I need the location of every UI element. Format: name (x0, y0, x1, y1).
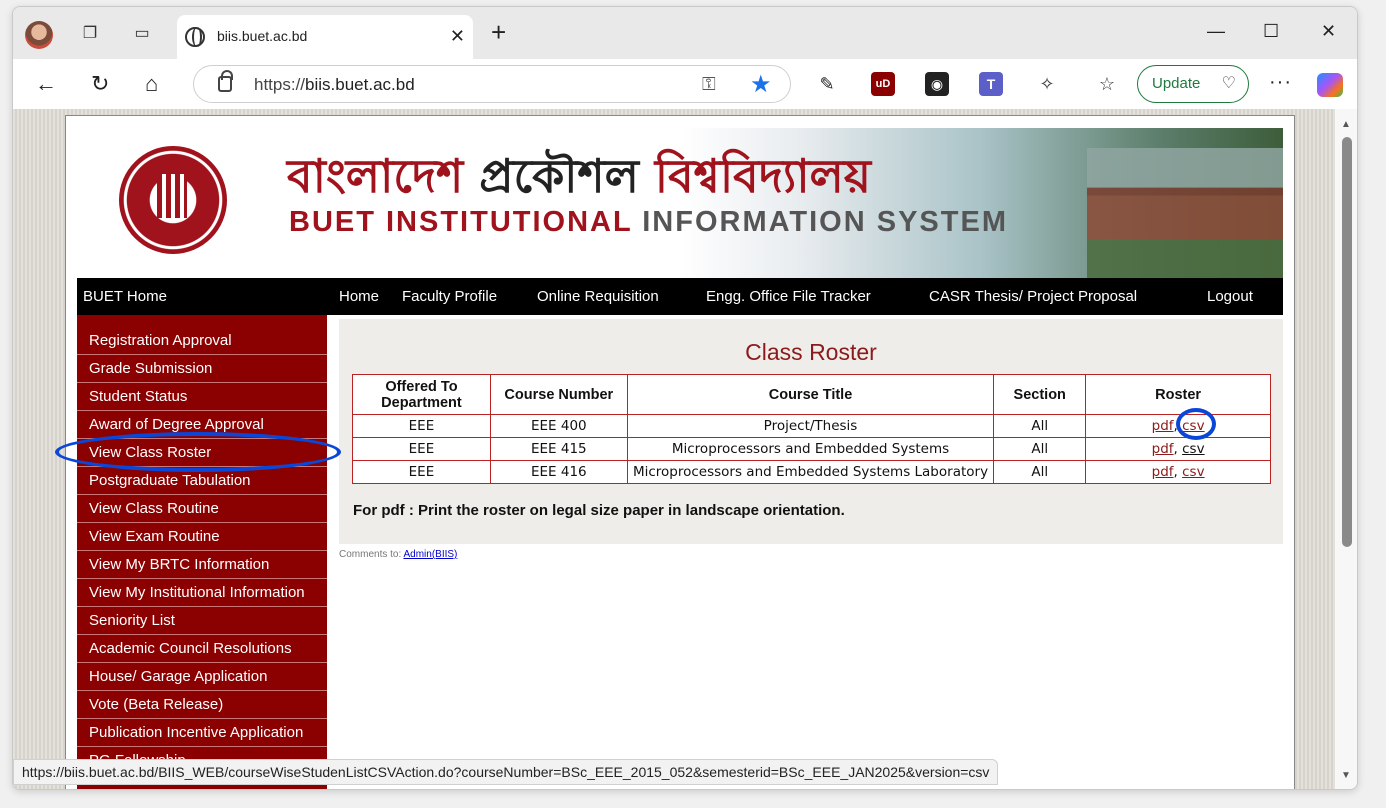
nav-casr-thesis[interactable]: CASR Thesis/ Project Proposal (929, 288, 1137, 305)
scroll-up-icon[interactable]: ▲ (1341, 119, 1351, 130)
cell-roster-links: pdf, csv (1085, 460, 1271, 484)
cell-course-title: Microprocessors and Embedded Systems (626, 437, 995, 461)
cell-department: EEE (352, 414, 491, 438)
site-banner: বাংলাদেশ প্রকৌশল বিশ্ববিদ্যালয় BUET INS… (77, 128, 1283, 278)
pdf-link[interactable]: pdf (1152, 441, 1174, 457)
admin-link[interactable]: Admin(BIIS) (403, 549, 457, 560)
favorites-icon[interactable]: ☆ (1095, 72, 1119, 96)
active-tab[interactable]: biis.buet.ac.bd ✕ (177, 15, 473, 59)
banner-english-title: BUET INSTITUTIONAL INFORMATION SYSTEM (289, 206, 1008, 238)
nav-buet-home[interactable]: BUET Home (83, 288, 167, 305)
status-bar-url: https://biis.buet.ac.bd/BIIS_WEB/courseW… (13, 759, 999, 785)
cell-department: EEE (352, 437, 491, 461)
sidebar-menu: Registration Approval Grade Submission S… (77, 315, 327, 789)
minimize-icon[interactable]: — (1207, 21, 1225, 42)
nav-faculty-profile[interactable]: Faculty Profile (402, 288, 497, 305)
cell-roster-links: pdf, csv (1085, 437, 1271, 461)
url-text[interactable]: https://biis.buet.ac.bd (254, 75, 415, 95)
ublock-icon[interactable]: uD (871, 72, 895, 96)
collections-icon[interactable]: ❐ (79, 23, 101, 45)
roster-table: Offered To Department Course Number Cour… (352, 374, 1271, 484)
cell-course-number: EEE 415 (489, 437, 628, 461)
copilot-icon[interactable] (1317, 73, 1343, 97)
toolbar: ← ↻ ⌂ https://biis.buet.ac.bd ⚿ ★ ✎ uD ◉… (13, 59, 1357, 109)
sidebar-item-house-garage[interactable]: House/ Garage Application (77, 663, 327, 691)
scroll-thumb[interactable] (1342, 137, 1352, 547)
class-roster-panel: Class Roster Offered To Department Cours… (339, 319, 1283, 544)
cell-section: All (993, 414, 1087, 438)
teams-icon[interactable]: T (979, 72, 1003, 96)
top-navigation: BUET Home Home Faculty Profile Online Re… (77, 278, 1283, 315)
maximize-icon[interactable]: ☐ (1263, 21, 1279, 42)
sidebar-item-seniority-list[interactable]: Seniority List (77, 607, 327, 635)
cell-section: All (993, 437, 1087, 461)
highlight-ellipse-sidebar (55, 432, 341, 472)
health-icon: ♡ (1221, 75, 1236, 92)
vertical-tabs-icon[interactable]: ▭ (131, 23, 153, 45)
sidebar-item-brtc-information[interactable]: View My BRTC Information (77, 551, 327, 579)
sidebar-item-view-class-routine[interactable]: View Class Routine (77, 495, 327, 523)
profile-avatar[interactable] (25, 21, 53, 49)
header-course-title: Course Title (626, 374, 995, 415)
cell-course-number: EEE 416 (489, 460, 628, 484)
globe-icon (185, 27, 205, 47)
scroll-down-icon[interactable]: ▼ (1341, 770, 1351, 781)
update-button[interactable]: Update ♡ (1137, 65, 1249, 103)
sidebar-item-publication-incentive[interactable]: Publication Incentive Application (77, 719, 327, 747)
header-offered-to-department: Offered To Department (352, 374, 491, 415)
sidebar-item-view-exam-routine[interactable]: View Exam Routine (77, 523, 327, 551)
new-tab-icon[interactable]: + (491, 19, 506, 45)
campus-building-image (1087, 148, 1283, 278)
pdf-link[interactable]: pdf (1152, 418, 1174, 434)
sidebar-item-student-status[interactable]: Student Status (77, 383, 327, 411)
sidebar-item-grade-submission[interactable]: Grade Submission (77, 355, 327, 383)
browser-window: ❐ ▭ biis.buet.ac.bd ✕ + — ☐ ✕ ← ↻ ⌂ http… (12, 6, 1358, 790)
highlight-ellipse-csv (1176, 408, 1216, 440)
table-row: EEE EEE 415 Microprocessors and Embedded… (352, 437, 1271, 461)
cell-department: EEE (352, 460, 491, 484)
back-icon[interactable]: ← (35, 71, 57, 97)
sidebar-item-academic-council[interactable]: Academic Council Resolutions (77, 635, 327, 663)
cell-course-title: Microprocessors and Embedded Systems Lab… (626, 460, 995, 484)
header-course-number: Course Number (489, 374, 628, 415)
table-row: EEE EEE 400 Project/Thesis All pdf, csv (352, 414, 1271, 438)
sidebar-item-vote[interactable]: Vote (Beta Release) (77, 691, 327, 719)
sidebar-item-registration-approval[interactable]: Registration Approval (77, 327, 327, 355)
cell-section: All (993, 460, 1087, 484)
more-menu-icon[interactable]: ··· (1269, 71, 1292, 94)
tab-strip: ❐ ▭ biis.buet.ac.bd ✕ + — ☐ ✕ (13, 7, 1357, 59)
pdf-link[interactable]: pdf (1152, 464, 1174, 480)
close-window-icon[interactable]: ✕ (1321, 21, 1336, 42)
comments-footer: Comments to: Admin(BIIS) (339, 549, 458, 560)
home-icon[interactable]: ⌂ (145, 71, 158, 97)
pen-icon[interactable]: ✎ (815, 72, 839, 96)
pdf-instruction-note: For pdf : Print the roster on legal size… (353, 502, 845, 519)
tab-title: biis.buet.ac.bd (217, 28, 308, 44)
table-header-row: Offered To Department Course Number Cour… (352, 374, 1271, 415)
extension-glasses-icon[interactable]: ◉ (925, 72, 949, 96)
nav-file-tracker[interactable]: Engg. Office File Tracker (706, 288, 871, 305)
table-row: EEE EEE 416 Microprocessors and Embedded… (352, 460, 1271, 484)
header-section: Section (993, 374, 1087, 415)
lock-icon[interactable] (218, 70, 233, 92)
csv-link[interactable]: csv (1182, 464, 1204, 480)
nav-online-requisition[interactable]: Online Requisition (537, 288, 659, 305)
address-bar[interactable]: https://biis.buet.ac.bd ⚿ ★ (193, 65, 791, 103)
vertical-scrollbar[interactable]: ▲ ▼ (1335, 109, 1357, 789)
page-title: Class Roster (745, 339, 877, 365)
header-roster: Roster (1085, 374, 1271, 415)
nav-home[interactable]: Home (339, 288, 379, 305)
close-tab-icon[interactable]: ✕ (450, 26, 465, 47)
favorite-star-icon[interactable]: ★ (750, 70, 772, 99)
key-icon[interactable]: ⚿ (702, 74, 716, 95)
cell-course-number: EEE 400 (489, 414, 628, 438)
sidebar-item-institutional-information[interactable]: View My Institutional Information (77, 579, 327, 607)
extensions-puzzle-icon[interactable]: ✧ (1035, 72, 1059, 96)
cell-course-title: Project/Thesis (626, 414, 995, 438)
csv-link[interactable]: csv (1182, 441, 1204, 457)
refresh-icon[interactable]: ↻ (91, 71, 109, 97)
nav-logout[interactable]: Logout (1207, 288, 1253, 305)
buet-logo (119, 146, 227, 254)
